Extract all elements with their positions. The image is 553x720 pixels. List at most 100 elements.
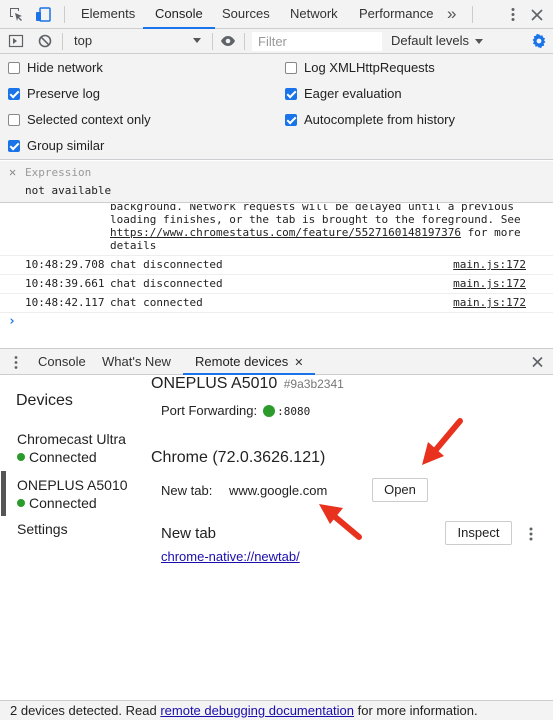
status-text: for more information. <box>354 703 478 718</box>
drawer-menu-icon[interactable] <box>13 355 19 370</box>
warning-text: details <box>110 239 157 252</box>
drawer-tab-bar: Console What's New Remote devices ✕ <box>0 348 553 375</box>
log-levels-label: Default levels <box>391 33 470 48</box>
log-xhr-option[interactable]: Log XMLHttpRequests <box>285 59 435 77</box>
tab-performance[interactable]: Performance <box>359 0 433 29</box>
log-entry: 10:48:29.708 chat disconnected main.js:1… <box>0 255 553 274</box>
group-similar-option[interactable]: Group similar <box>8 137 104 155</box>
remote-page-url[interactable]: chrome-native://newtab/ <box>161 549 300 564</box>
device-title-name: ONEPLUS A5010 <box>151 375 278 392</box>
preserve-log-option[interactable]: Preserve log <box>8 85 100 103</box>
toolbar-divider <box>212 33 213 50</box>
port-number: :8080 <box>277 405 311 418</box>
inspect-button[interactable]: Inspect <box>445 521 512 545</box>
group-similar-label: Group similar <box>27 138 105 153</box>
device-title: ONEPLUS A5010 #9a3b2341 <box>151 375 344 393</box>
tab-sources[interactable]: Sources <box>222 0 270 29</box>
drawer-tab-console[interactable]: Console <box>38 349 86 375</box>
log-source-link[interactable]: main.js:172 <box>453 275 526 293</box>
console-settings-panel: Hide network Preserve log Selected conte… <box>0 54 553 160</box>
remote-debugging-docs-link[interactable]: remote debugging documentation <box>160 703 354 718</box>
filter-input[interactable] <box>252 32 382 51</box>
autocomplete-label: Autocomplete from history <box>304 112 456 127</box>
hide-network-checkbox[interactable] <box>8 62 20 74</box>
context-selector-value: top <box>74 33 93 48</box>
live-expression: ✕ Expression not available <box>0 161 553 203</box>
gear-icon[interactable] <box>531 33 547 49</box>
warning-text: loading finishes, or the tab is brought … <box>110 213 521 226</box>
device-status: Connected <box>29 449 97 465</box>
open-button[interactable]: Open <box>372 478 428 502</box>
kebab-menu-icon[interactable] <box>505 6 521 23</box>
expression-value: not available <box>25 184 112 197</box>
eager-evaluation-option[interactable]: Eager evaluation <box>285 85 402 103</box>
drawer-tab-whats-new[interactable]: What's New <box>102 349 171 375</box>
warning-text: background. Network requests will be del… <box>110 204 514 213</box>
toolbar-divider <box>472 6 473 23</box>
device-serial: #9a3b2341 <box>283 377 344 391</box>
context-selector[interactable]: top <box>66 29 206 53</box>
device-toolbar-icon[interactable] <box>35 6 52 23</box>
log-xhr-checkbox[interactable] <box>285 62 297 74</box>
selected-context-label: Selected context only <box>27 112 151 127</box>
log-source-link[interactable]: main.js:172 <box>453 256 526 274</box>
log-entry: 10:48:39.661 chat disconnected main.js:1… <box>0 274 553 293</box>
new-tab-url-input[interactable] <box>225 479 360 501</box>
annotation-arrow-icon <box>319 504 362 540</box>
autocomplete-option[interactable]: Autocomplete from history <box>285 111 455 129</box>
selected-context-option[interactable]: Selected context only <box>8 111 151 129</box>
expression-label[interactable]: Expression <box>25 166 91 179</box>
group-similar-checkbox[interactable] <box>8 140 20 152</box>
eager-evaluation-checkbox[interactable] <box>285 88 297 100</box>
more-tabs-button[interactable]: » <box>447 0 456 29</box>
preserve-log-checkbox[interactable] <box>8 88 20 100</box>
close-tab-icon[interactable]: ✕ <box>294 351 303 376</box>
close-drawer-icon[interactable] <box>530 354 545 370</box>
log-entry: 10:48:42.117 chat connected main.js:172 <box>0 293 553 312</box>
device-name: ONEPLUS A5010 <box>17 477 128 493</box>
log-levels-dropdown[interactable]: Default levels <box>391 29 484 53</box>
device-name: Chromecast Ultra <box>17 431 126 447</box>
show-sidebar-icon[interactable] <box>8 33 24 49</box>
log-message: chat disconnected <box>110 277 223 290</box>
new-tab-label: New tab: <box>161 483 213 498</box>
page-actions-kebab-icon[interactable] <box>527 526 535 542</box>
device-item-chromecast[interactable]: Chromecast Ultra Connected <box>17 430 126 466</box>
device-item-oneplus[interactable]: ONEPLUS A5010 Connected <box>17 476 128 512</box>
log-timestamp: 10:48:29.708 <box>25 258 105 271</box>
warning-text: for more <box>461 226 521 239</box>
eye-icon[interactable] <box>220 33 236 49</box>
close-devtools-icon[interactable] <box>529 6 545 23</box>
chromestatus-link[interactable]: https://www.chromestatus.com/feature/552… <box>110 226 461 239</box>
preserve-log-label: Preserve log <box>27 86 100 101</box>
chevron-down-icon <box>193 38 201 43</box>
clear-console-icon[interactable] <box>37 33 53 49</box>
drawer-tab-remote-devices[interactable]: Remote devices ✕ <box>183 349 316 376</box>
chevron-down-icon <box>475 39 484 45</box>
status-text: 2 devices detected. Read <box>10 703 161 718</box>
toolbar-divider <box>62 33 63 50</box>
port-status-dot <box>263 405 276 417</box>
devices-heading: Devices <box>16 392 73 409</box>
hide-network-label: Hide network <box>27 60 103 75</box>
tab-network[interactable]: Network <box>290 0 338 29</box>
remote-devices-panel: Devices Chromecast Ultra Connected ONEPL… <box>0 375 553 700</box>
log-timestamp: 10:48:39.661 <box>25 277 105 290</box>
selected-context-checkbox[interactable] <box>8 114 20 126</box>
drawer-tab-label: Remote devices <box>195 354 289 369</box>
console-log[interactable]: background. Network requests will be del… <box>0 204 553 347</box>
inspect-element-icon[interactable] <box>8 6 25 23</box>
hide-network-option[interactable]: Hide network <box>8 59 103 77</box>
main-tab-bar: Elements Console Sources Network Perform… <box>0 0 553 29</box>
log-source-link[interactable]: main.js:172 <box>453 294 526 312</box>
connected-status-dot <box>17 453 25 461</box>
close-icon[interactable]: ✕ <box>9 165 16 179</box>
tab-elements[interactable]: Elements <box>81 0 135 29</box>
remote-page-title: New tab <box>161 525 217 542</box>
sidebar-item-settings[interactable]: Settings <box>17 521 68 537</box>
autocomplete-checkbox[interactable] <box>285 114 297 126</box>
console-prompt-row[interactable]: › <box>0 312 553 331</box>
tab-console[interactable]: Console <box>143 0 215 29</box>
toolbar-divider <box>244 33 245 50</box>
annotation-arrow-icon <box>422 418 463 465</box>
